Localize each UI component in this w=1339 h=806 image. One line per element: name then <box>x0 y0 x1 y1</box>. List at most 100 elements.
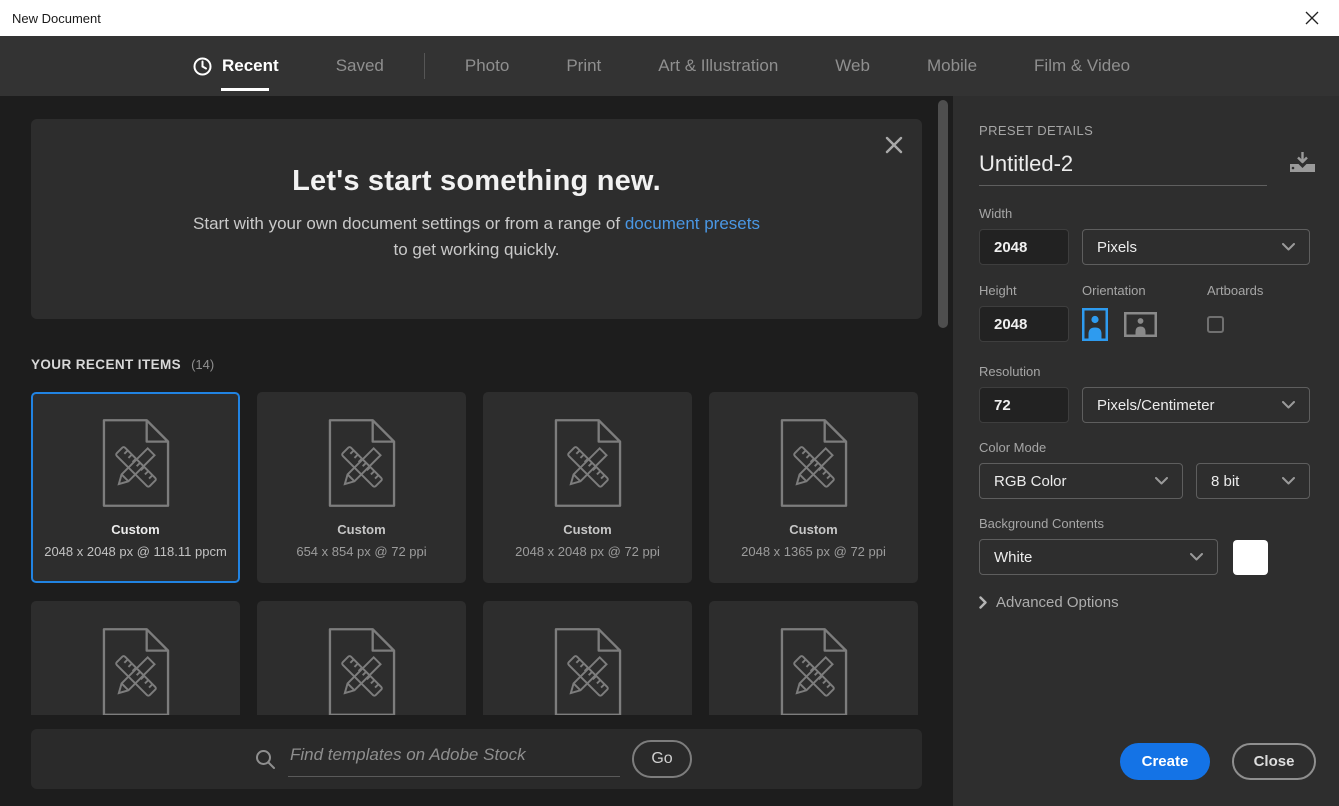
tab-saved[interactable]: Saved <box>336 36 384 96</box>
recent-items-header: YOUR RECENT ITEMS (14) <box>31 357 953 372</box>
document-ruler-pencil-icon <box>328 418 396 508</box>
resolution-unit-value: Pixels/Centimeter <box>1097 397 1215 414</box>
background-color-swatch[interactable] <box>1233 540 1268 575</box>
stock-search-input[interactable] <box>288 741 620 777</box>
background-contents-row: White <box>979 539 1316 575</box>
recent-item-size: 654 x 854 px @ 72 ppi <box>296 544 426 559</box>
document-name-field-wrap <box>979 151 1267 186</box>
chevron-right-icon <box>979 596 987 609</box>
background-contents-value: White <box>994 549 1032 566</box>
document-ruler-pencil-icon <box>780 627 848 715</box>
width-row: Pixels <box>979 229 1316 265</box>
background-contents-dropdown[interactable]: White <box>979 539 1218 575</box>
tab-web[interactable]: Web <box>835 36 870 96</box>
tab-label: Mobile <box>927 56 977 76</box>
recent-item-name: Custom <box>337 522 385 537</box>
color-mode-dropdown[interactable]: RGB Color <box>979 463 1183 499</box>
recent-content-area: Let's start something new. Start with yo… <box>0 96 953 806</box>
portrait-icon[interactable] <box>1082 308 1108 341</box>
chevron-down-icon <box>1282 243 1295 251</box>
width-input[interactable] <box>979 229 1069 265</box>
hero-subtitle-text2: to get working quickly. <box>394 240 560 259</box>
document-presets-link[interactable]: document presets <box>625 214 760 233</box>
create-label: Create <box>1142 753 1189 770</box>
orientation-toggle <box>1082 308 1207 341</box>
close-icon <box>1305 11 1319 25</box>
search-icon <box>255 749 276 770</box>
height-orientation-artboards-row <box>979 306 1316 342</box>
background-contents-label: Background Contents <box>979 516 1316 531</box>
recent-item-card[interactable] <box>709 601 918 715</box>
save-download-icon <box>1289 151 1316 173</box>
tab-label: Art & Illustration <box>658 56 778 76</box>
document-name-row <box>979 151 1316 186</box>
height-orientation-artboards-labels: Height Orientation Artboards <box>979 283 1316 298</box>
chevron-down-icon <box>1190 553 1203 561</box>
window-titlebar: New Document <box>0 0 1339 36</box>
hero-title: Let's start something new. <box>31 119 922 198</box>
go-label: Go <box>651 750 672 768</box>
hero-banner: Let's start something new. Start with yo… <box>31 119 922 319</box>
height-label: Height <box>979 283 1082 298</box>
landscape-icon[interactable] <box>1124 312 1157 337</box>
recent-item-card[interactable]: Custom 654 x 854 px @ 72 ppi <box>257 392 466 583</box>
orientation-label: Orientation <box>1082 283 1207 298</box>
color-mode-label: Color Mode <box>979 440 1316 455</box>
bit-depth-dropdown[interactable]: 8 bit <box>1196 463 1310 499</box>
resolution-unit-dropdown[interactable]: Pixels/Centimeter <box>1082 387 1310 423</box>
tab-art-illustration[interactable]: Art & Illustration <box>658 36 778 96</box>
advanced-options-toggle[interactable]: Advanced Options <box>979 594 1316 611</box>
recent-item-card[interactable] <box>257 601 466 715</box>
tab-film-video[interactable]: Film & Video <box>1034 36 1130 96</box>
go-button[interactable]: Go <box>632 740 692 778</box>
resolution-label: Resolution <box>979 364 1316 379</box>
tab-label: Photo <box>465 56 509 76</box>
color-mode-value: RGB Color <box>994 473 1067 490</box>
clock-icon <box>193 57 212 76</box>
height-input[interactable] <box>979 306 1069 342</box>
recent-item-card[interactable]: Custom 2048 x 1365 px @ 72 ppi <box>709 392 918 583</box>
tab-mobile[interactable]: Mobile <box>927 36 977 96</box>
hero-close-button[interactable] <box>882 133 906 157</box>
height-field-col <box>979 306 1082 342</box>
recent-item-size: 2048 x 1365 px @ 72 ppi <box>741 544 886 559</box>
preset-details-panel: PRESET DETAILS Width Pixels Height Orien… <box>953 96 1339 806</box>
tab-label: Saved <box>336 56 384 76</box>
vertical-scrollbar[interactable] <box>938 98 948 804</box>
tab-photo[interactable]: Photo <box>465 36 509 96</box>
save-preset-button[interactable] <box>1289 151 1316 178</box>
tab-print[interactable]: Print <box>566 36 601 96</box>
panel-action-buttons: Create Close <box>1120 743 1316 780</box>
recent-item-card[interactable] <box>483 601 692 715</box>
width-unit-dropdown[interactable]: Pixels <box>1082 229 1310 265</box>
document-name-input[interactable] <box>979 151 1267 177</box>
tab-label: Print <box>566 56 601 76</box>
document-ruler-pencil-icon <box>554 418 622 508</box>
recent-item-card[interactable]: Custom 2048 x 2048 px @ 72 ppi <box>483 392 692 583</box>
artboards-checkbox[interactable] <box>1207 316 1224 333</box>
chevron-down-icon <box>1155 477 1168 485</box>
preset-details-heading: PRESET DETAILS <box>979 123 1316 138</box>
close-icon <box>885 136 903 154</box>
document-ruler-pencil-icon <box>780 418 848 508</box>
recent-items-count: (14) <box>191 357 214 372</box>
bit-depth-value: 8 bit <box>1211 473 1239 490</box>
recent-item-card-selected[interactable]: Custom 2048 x 2048 px @ 118.11 ppcm <box>31 392 240 583</box>
window-title: New Document <box>12 11 101 26</box>
category-tabbar: Recent Saved Photo Print Art & Illustrat… <box>0 36 1339 96</box>
create-button[interactable]: Create <box>1120 743 1210 780</box>
recent-item-card[interactable] <box>31 601 240 715</box>
tab-label: Web <box>835 56 870 76</box>
advanced-options-label: Advanced Options <box>996 594 1119 611</box>
resolution-input[interactable] <box>979 387 1069 423</box>
close-button[interactable]: Close <box>1232 743 1316 780</box>
recent-items-grid: Custom 2048 x 2048 px @ 118.11 ppcm Cust… <box>31 392 922 715</box>
tab-recent[interactable]: Recent <box>193 36 279 96</box>
window-close-button[interactable] <box>1297 4 1327 32</box>
tab-label: Film & Video <box>1034 56 1130 76</box>
scroll-viewport: Let's start something new. Start with yo… <box>0 96 953 715</box>
recent-item-size: 2048 x 2048 px @ 118.11 ppcm <box>44 544 227 559</box>
close-label: Close <box>1254 753 1295 770</box>
scrollbar-thumb[interactable] <box>938 100 948 328</box>
width-label: Width <box>979 206 1316 221</box>
